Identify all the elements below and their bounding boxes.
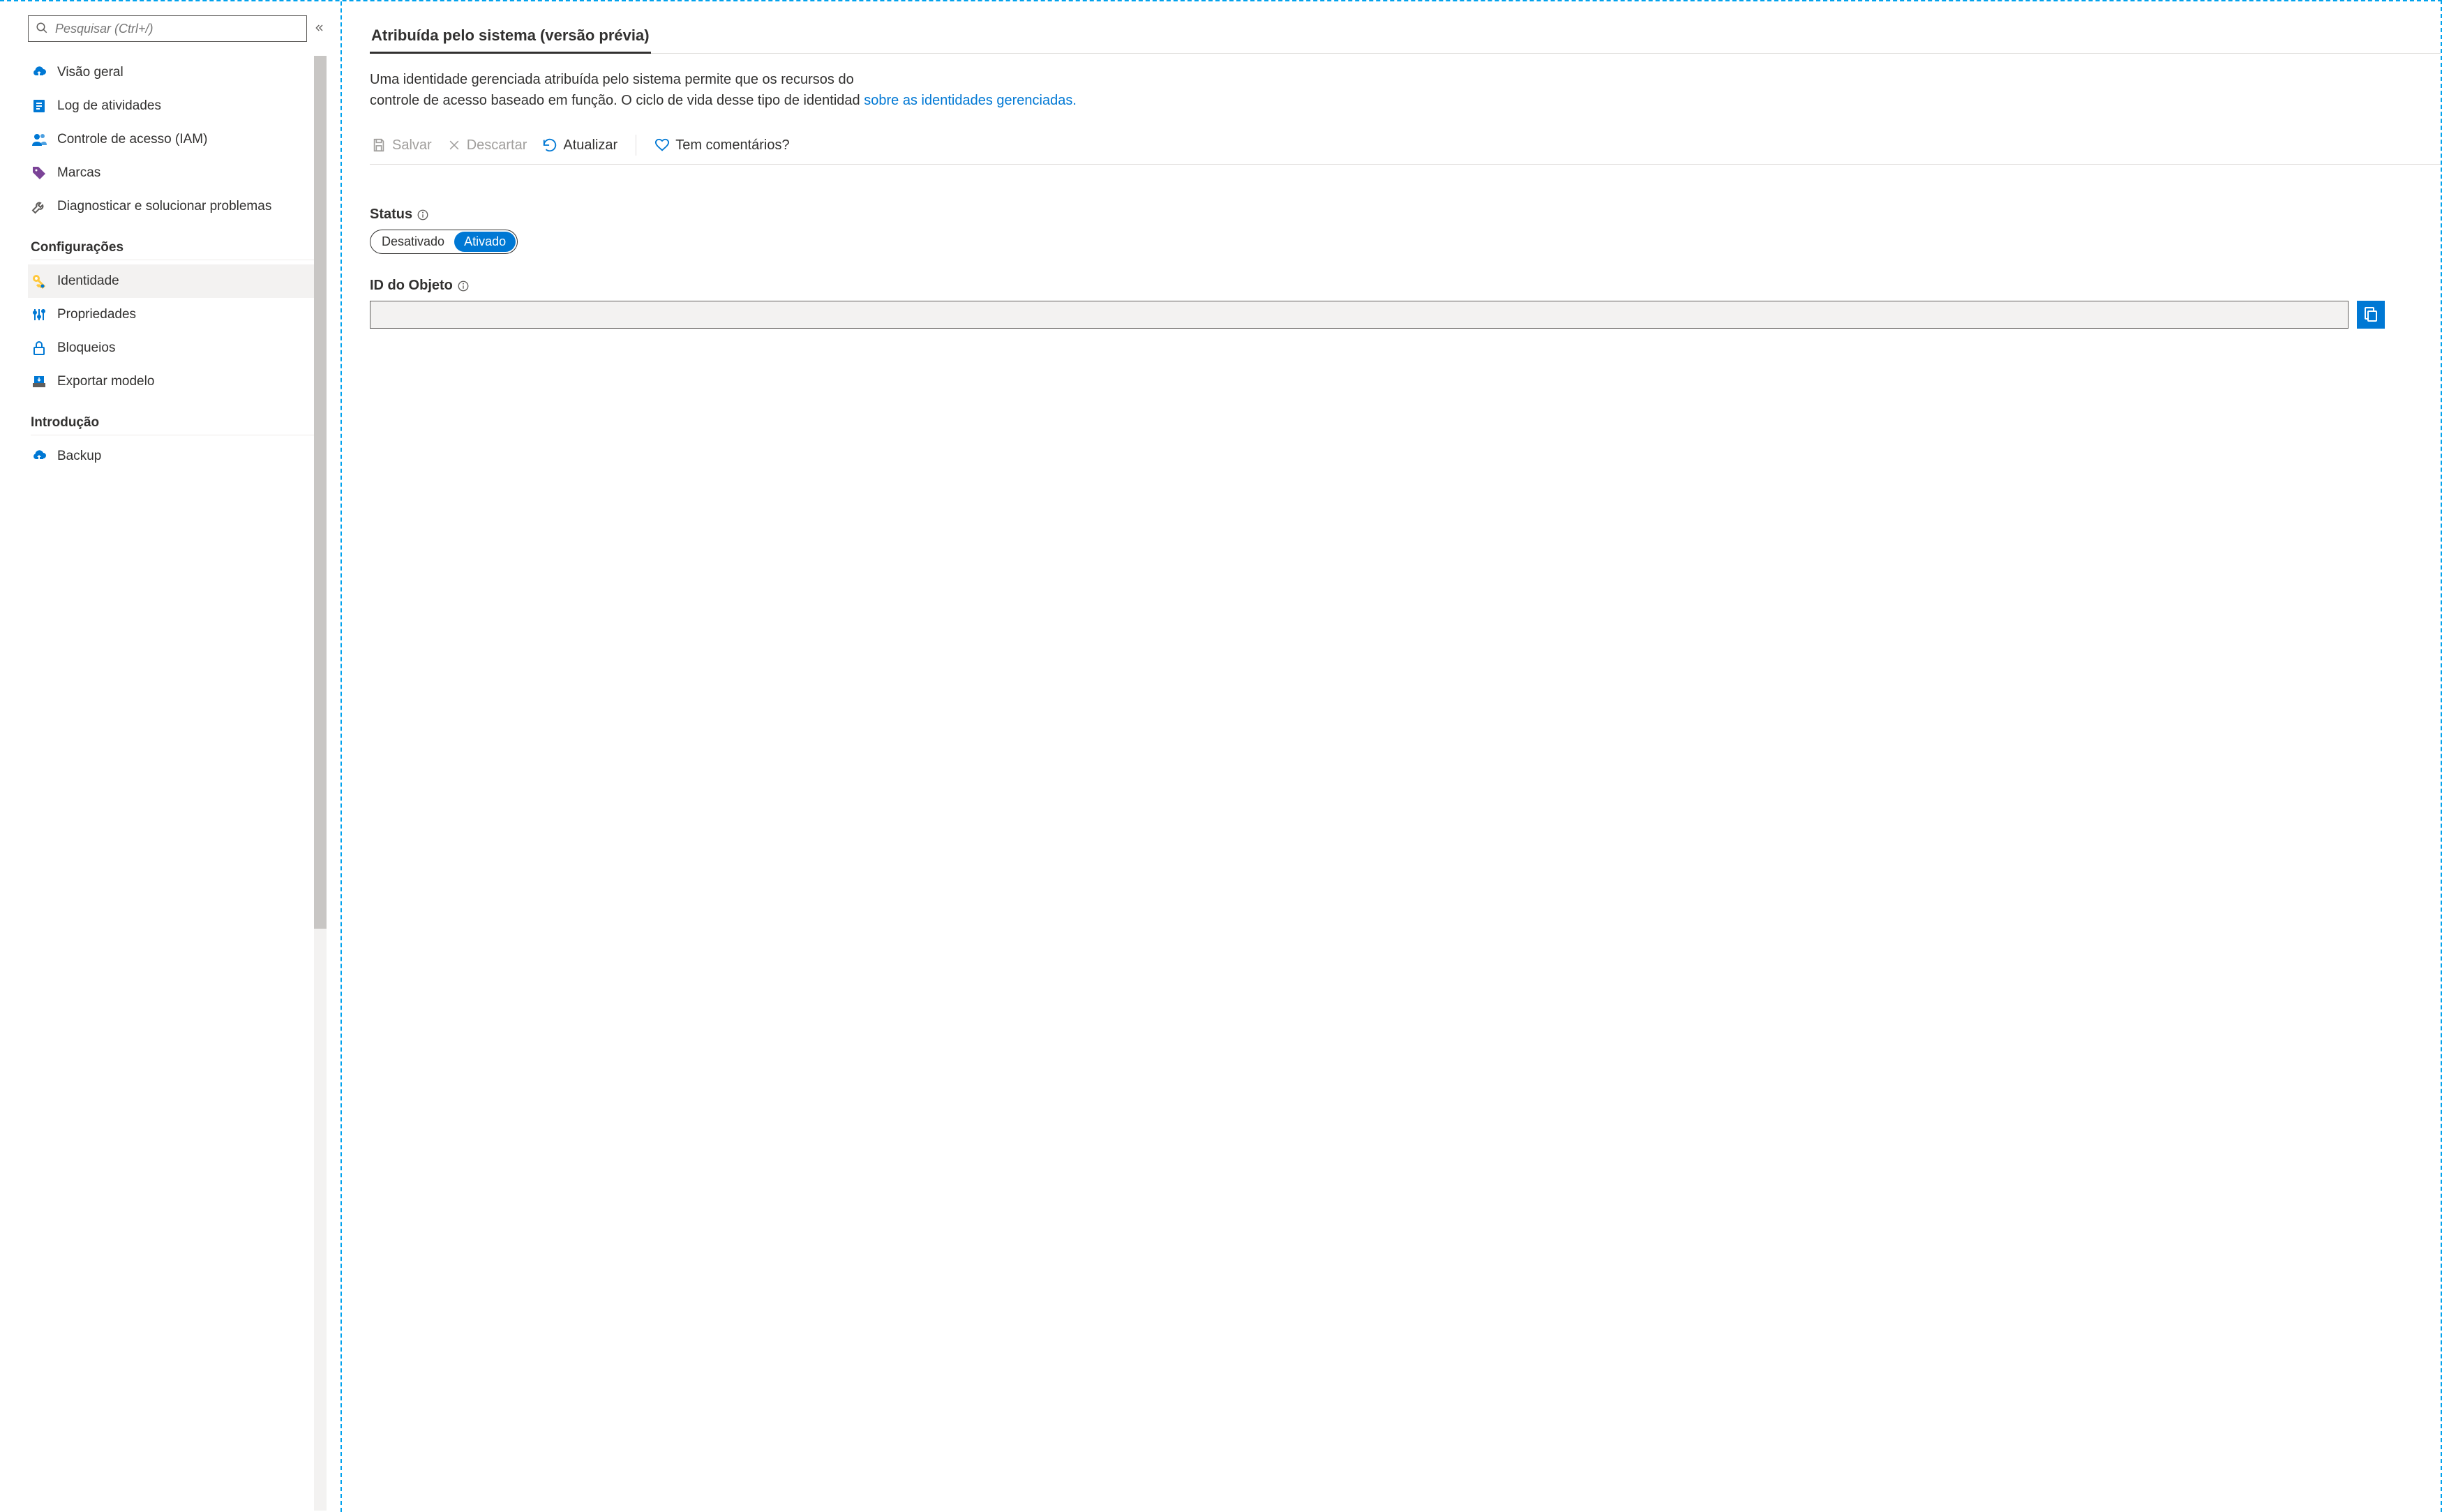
sidebar-item-properties[interactable]: Propriedades [28, 298, 314, 331]
sidebar-item-label: Marcas [57, 165, 100, 181]
tab-system-assigned[interactable]: Atribuída pelo sistema (versão prévia) [370, 22, 651, 54]
copy-icon [2362, 306, 2379, 324]
tab-bar: Atribuída pelo sistema (versão prévia) [370, 22, 2441, 54]
sidebar-item-label: Log de atividades [57, 98, 161, 114]
sidebar-item-identity[interactable]: Identidade [28, 264, 314, 298]
sidebar-section-settings: Configurações [31, 240, 340, 255]
copy-button[interactable] [2357, 301, 2385, 329]
learn-more-link[interactable]: sobre as identidades gerenciadas. [864, 93, 1077, 108]
object-id-input[interactable] [370, 301, 2349, 329]
label-text: ID do Objeto [370, 278, 453, 294]
description-text: Uma identidade gerenciada atribuída pelo… [370, 69, 2441, 111]
sidebar-item-label: Bloqueios [57, 340, 115, 356]
object-id-label: ID do Objeto [370, 278, 2441, 294]
object-id-row [370, 301, 2385, 329]
sliders-icon [31, 306, 47, 323]
sidebar-item-backup[interactable]: Backup [28, 440, 314, 473]
sidebar-item-label: Identidade [57, 274, 119, 289]
sidebar-item-label: Exportar modelo [57, 374, 154, 389]
label-text: Status [370, 207, 412, 223]
search-icon [36, 22, 48, 36]
app-root: Visão geral Log de atividades Controle d… [0, 0, 2442, 1512]
sidebar-item-overview[interactable]: Visão geral [28, 56, 314, 89]
lock-icon [31, 340, 47, 357]
search-row [28, 15, 327, 42]
sidebar-item-export-template[interactable]: Exportar modelo [28, 365, 314, 398]
button-label: Salvar [392, 137, 432, 154]
command-bar: Salvar Descartar Atualizar Tem comentári… [370, 129, 2441, 165]
status-toggle[interactable]: Desativado Ativado [370, 230, 518, 254]
description-line: controle de acesso baseado em função. O … [370, 93, 860, 108]
sidebar-item-tags[interactable]: Marcas [28, 156, 314, 190]
export-icon [31, 373, 47, 390]
button-label: Descartar [467, 137, 527, 154]
sidebar-item-label: Visão geral [57, 65, 123, 80]
button-label: Tem comentários? [675, 137, 789, 154]
discard-button[interactable]: Descartar [447, 137, 527, 154]
refresh-button[interactable]: Atualizar [542, 137, 617, 154]
scrollbar-thumb[interactable] [314, 56, 327, 929]
wrench-icon [31, 198, 47, 215]
info-icon[interactable] [457, 280, 470, 292]
main-content: Atribuída pelo sistema (versão prévia) U… [342, 1, 2441, 1512]
sidebar-item-locks[interactable]: Bloqueios [28, 331, 314, 365]
people-icon [31, 131, 47, 148]
sidebar-item-label: Diagnosticar e solucionar problemas [57, 199, 271, 214]
log-icon [31, 98, 47, 114]
search-input[interactable] [54, 21, 299, 37]
status-field: Status Desativado Ativado [370, 207, 2441, 254]
tag-icon [31, 165, 47, 181]
save-button[interactable]: Salvar [371, 137, 432, 154]
info-icon[interactable] [417, 209, 429, 221]
sidebar-item-label: Propriedades [57, 307, 136, 322]
search-box[interactable] [28, 15, 307, 42]
object-id-field: ID do Objeto [370, 278, 2441, 329]
sidebar-item-iam[interactable]: Controle de acesso (IAM) [28, 123, 314, 156]
cloud-icon [31, 64, 47, 81]
collapse-sidebar-button[interactable] [313, 22, 327, 36]
cloud-icon [31, 448, 47, 465]
description-line: Uma identidade gerenciada atribuída pelo… [370, 72, 854, 87]
toggle-off[interactable]: Desativado [372, 232, 454, 252]
sidebar-scrollbar[interactable] [314, 56, 327, 1511]
button-label: Atualizar [563, 137, 617, 154]
sidebar-item-diagnose[interactable]: Diagnosticar e solucionar problemas [28, 190, 314, 223]
sidebar-section-intro: Introdução [31, 415, 340, 431]
sidebar-item-label: Backup [57, 449, 101, 464]
sidebar-item-label: Controle de acesso (IAM) [57, 132, 207, 147]
sidebar-nav: Visão geral Log de atividades Controle d… [28, 56, 340, 1511]
feedback-button[interactable]: Tem comentários? [654, 137, 789, 154]
status-label: Status [370, 207, 2441, 223]
toggle-on[interactable]: Ativado [454, 232, 516, 252]
sidebar: Visão geral Log de atividades Controle d… [0, 1, 342, 1512]
key-icon [31, 273, 47, 290]
sidebar-item-activity-log[interactable]: Log de atividades [28, 89, 314, 123]
